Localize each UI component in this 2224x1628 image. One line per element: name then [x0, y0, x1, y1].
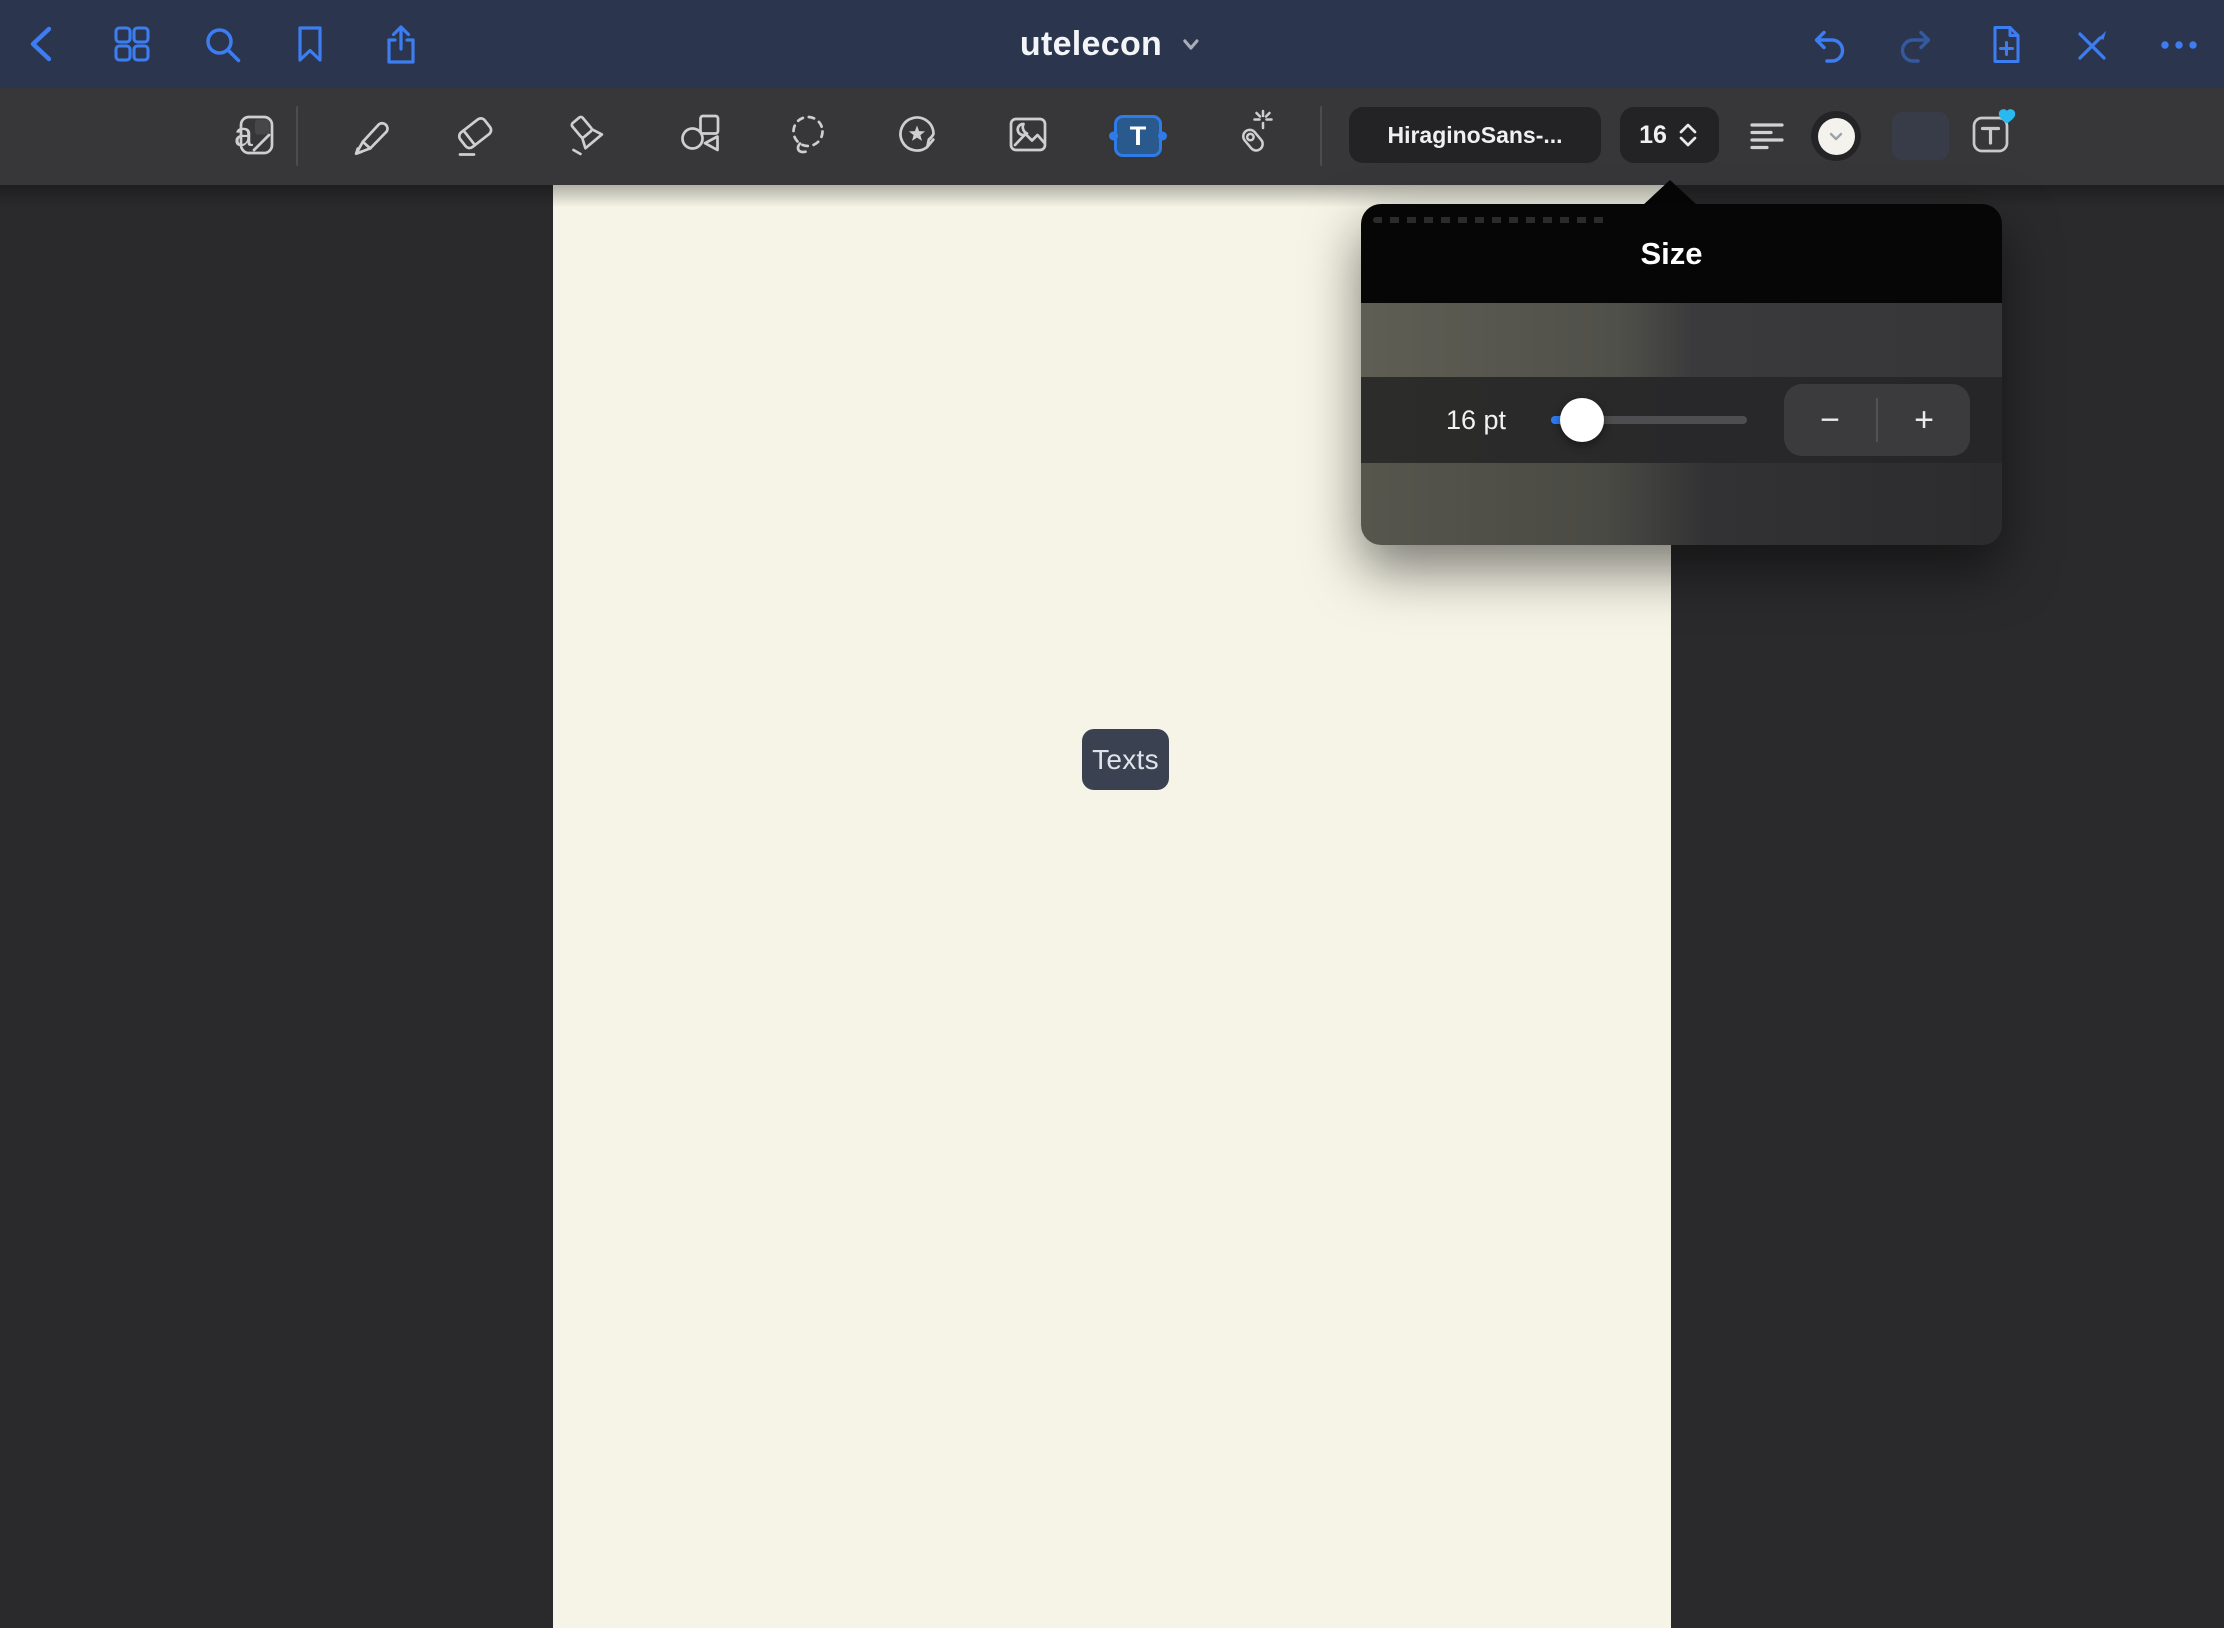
more-button[interactable]: [2155, 21, 2201, 67]
tool-text[interactable]: T: [1114, 115, 1162, 157]
text-align-button[interactable]: [1744, 113, 1790, 159]
redo-icon: [1894, 21, 1940, 67]
read-mode-icon: a: [227, 108, 281, 162]
back-icon: [20, 21, 66, 67]
lasso-icon: [781, 108, 835, 162]
grid-view-icon: [109, 21, 155, 67]
document-title-button[interactable]: utelecon: [1020, 0, 1204, 88]
popover-dashes-decoration: [1373, 217, 1605, 223]
popover-tail: [1642, 180, 1698, 206]
tool-eraser[interactable]: [448, 108, 502, 162]
eraser-icon: [448, 108, 502, 162]
pen-icon: [342, 108, 396, 162]
size-popover: Size 16 pt − +: [1361, 180, 2002, 545]
pen-disable-button[interactable]: [2067, 21, 2113, 67]
toolbar-separator: [296, 106, 298, 166]
tool-laser-pointer[interactable]: [1225, 108, 1279, 162]
search-button[interactable]: [199, 21, 245, 67]
shapes-icon: [673, 108, 727, 162]
laser-pointer-icon: [1225, 108, 1279, 162]
popover-body: Size 16 pt − +: [1361, 204, 2002, 545]
add-page-button[interactable]: [1982, 21, 2028, 67]
share-button[interactable]: [378, 21, 424, 67]
stickers-icon: [890, 108, 944, 162]
tool-pen[interactable]: [342, 108, 396, 162]
toolbar-separator: [1320, 106, 1322, 166]
chevron-down-icon: [1178, 31, 1204, 57]
size-stepper: − +: [1784, 384, 1970, 456]
document-title: utelecon: [1020, 25, 1162, 64]
tool-highlighter[interactable]: [561, 108, 615, 162]
size-decrease-button[interactable]: −: [1784, 384, 1876, 456]
image-icon: [1001, 108, 1055, 162]
thumbnails-button[interactable]: [109, 21, 155, 67]
more-icon: [2155, 21, 2201, 67]
size-control-row: 16 pt − +: [1361, 377, 2002, 463]
text-color-swatch: [1818, 118, 1855, 155]
text-style-favorite-icon: [1966, 105, 2024, 161]
size-increase-button[interactable]: +: [1878, 384, 1970, 456]
font-button[interactable]: HiraginoSans-...: [1349, 107, 1601, 163]
font-size-button[interactable]: 16: [1620, 107, 1719, 163]
back-button[interactable]: [20, 21, 66, 67]
font-size-value: 16: [1639, 121, 1667, 150]
tool-image[interactable]: [1001, 108, 1055, 162]
size-slider-thumb[interactable]: [1560, 398, 1604, 442]
tool-lasso[interactable]: [781, 108, 835, 162]
texts-tooltip-label: Texts: [1092, 744, 1159, 776]
app-window: utelecon a: [0, 0, 2224, 1628]
tool-shapes[interactable]: [673, 108, 727, 162]
search-icon: [199, 21, 245, 67]
align-left-icon: [1744, 113, 1790, 159]
font-button-label: HiraginoSans-...: [1387, 122, 1562, 149]
navbar: utelecon: [0, 0, 2224, 88]
add-page-icon: [1982, 21, 2028, 67]
favorite-text-style-button[interactable]: [1966, 105, 2024, 161]
undo-button[interactable]: [1805, 21, 1851, 67]
text-color-button[interactable]: [1811, 111, 1861, 161]
chevron-down-icon: [1823, 123, 1849, 149]
toolbar: a T Hiragi: [0, 88, 2224, 185]
share-icon: [378, 21, 424, 67]
tool-stickers[interactable]: [890, 108, 944, 162]
popover-lower-band: [1361, 463, 2002, 545]
popover-upper-band: [1361, 303, 2002, 377]
text-tool-glyph: T: [1130, 121, 1147, 152]
svg-text:a: a: [234, 116, 253, 154]
bookmark-icon: [287, 21, 333, 67]
size-value-label: 16 pt: [1446, 377, 1506, 463]
texts-tooltip: Texts: [1082, 729, 1169, 790]
popover-header: Size: [1361, 204, 2002, 303]
highlighter-icon: [561, 108, 615, 162]
chevron-up-down-icon: [1676, 122, 1700, 148]
tool-read-mode[interactable]: a: [227, 108, 281, 162]
pen-disable-icon: [2067, 21, 2113, 67]
popover-title: Size: [1640, 236, 1702, 272]
undo-icon: [1805, 21, 1851, 67]
redo-button[interactable]: [1894, 21, 1940, 67]
bookmark-button[interactable]: [287, 21, 333, 67]
inactive-style-button: [1892, 112, 1949, 160]
